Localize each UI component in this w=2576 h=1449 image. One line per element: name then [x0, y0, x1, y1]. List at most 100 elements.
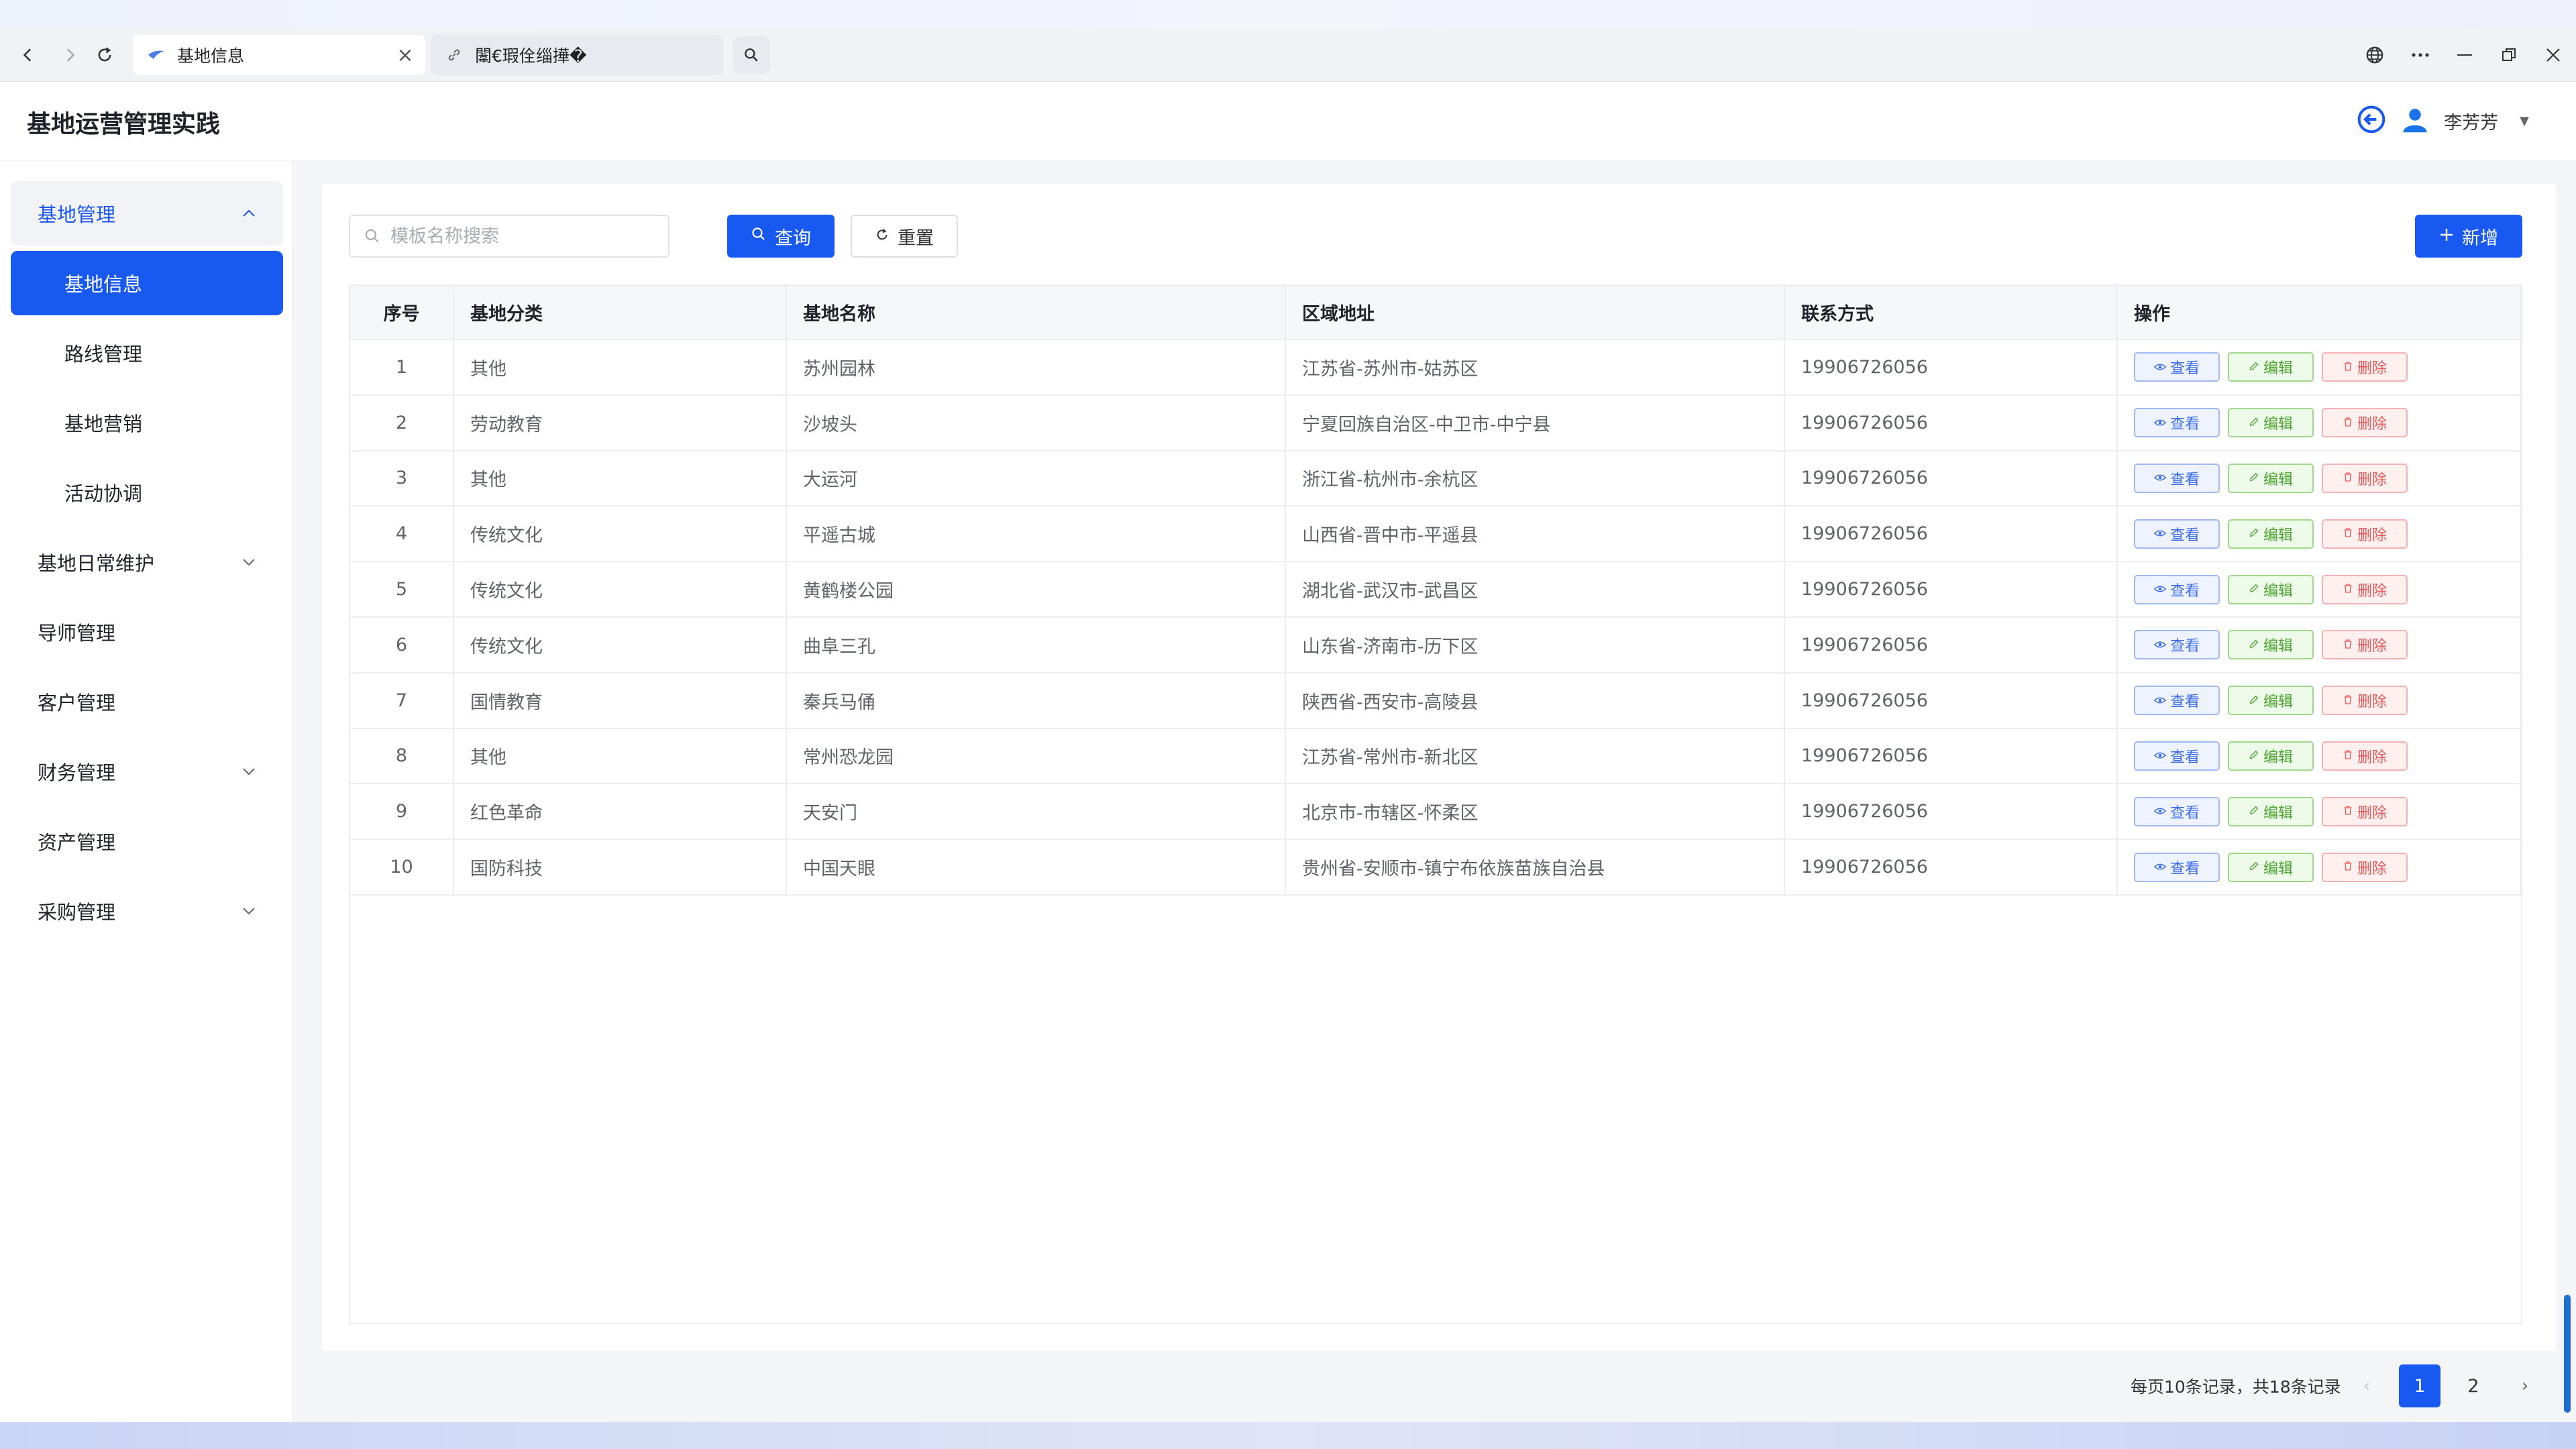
edit-button[interactable]: 编辑: [2228, 686, 2314, 716]
add-button[interactable]: 新增: [2415, 215, 2522, 258]
trash-icon: [2343, 415, 2353, 431]
view-button[interactable]: 查看: [2134, 574, 2220, 604]
globe-icon[interactable]: [2360, 40, 2390, 70]
cell-contact: 19906726056: [1784, 506, 2118, 563]
query-button[interactable]: 查询: [727, 215, 835, 258]
view-button-label: 查看: [2169, 471, 2200, 488]
view-button[interactable]: 查看: [2134, 519, 2220, 549]
cell-index: 9: [350, 784, 454, 841]
sidebar-item-mentor-management[interactable]: 导师管理: [11, 600, 283, 664]
cell-category: 传统文化: [453, 616, 787, 674]
cell-address: 江苏省-常州市-新北区: [1285, 728, 1785, 785]
tab-inactive[interactable]: 闈€瑕佺缁撶�: [431, 35, 723, 75]
delete-button[interactable]: 删除: [2322, 463, 2408, 493]
restore-icon[interactable]: [2494, 40, 2524, 70]
view-button[interactable]: 查看: [2134, 796, 2220, 826]
delete-button[interactable]: 删除: [2322, 519, 2408, 549]
sidebar-group-base-management[interactable]: 基地管理: [11, 181, 283, 246]
window-close-icon[interactable]: [2538, 40, 2568, 70]
edit-icon: [2249, 525, 2259, 542]
cell-contact: 19906726056: [1784, 784, 2118, 841]
view-button[interactable]: 查看: [2134, 852, 2220, 882]
eye-icon: [2153, 525, 2167, 542]
view-button-label: 查看: [2169, 582, 2200, 600]
edit-icon: [2249, 692, 2259, 709]
logout-icon[interactable]: [2357, 105, 2386, 137]
sidebar-group-daily-maintenance[interactable]: 基地日常维护: [11, 530, 283, 594]
sidebar-item-base-marketing[interactable]: 基地营销: [11, 390, 283, 455]
view-button[interactable]: 查看: [2134, 408, 2220, 438]
sidebar-group-label: 财务管理: [38, 761, 116, 784]
delete-button[interactable]: 删除: [2322, 852, 2408, 882]
table-row: 7 国情教育 秦兵马俑 陕西省-西安市-高陵县 19906726056 查看 编辑 删除: [350, 672, 2522, 729]
view-button[interactable]: 查看: [2134, 630, 2220, 660]
column-header-name: 基地名称: [786, 286, 1286, 340]
delete-button[interactable]: 删除: [2322, 408, 2408, 438]
page-1-button[interactable]: 1: [2399, 1364, 2440, 1407]
sidebar-group-finance-management[interactable]: 财务管理: [11, 739, 283, 804]
cell-name: 常州恐龙园: [786, 728, 1286, 785]
cell-name: 黄鹤楼公园: [786, 561, 1286, 618]
app-title: 基地运营管理实践: [27, 111, 221, 138]
cell-category: 传统文化: [453, 561, 787, 618]
reload-icon[interactable]: [90, 40, 119, 70]
delete-button-label: 删除: [2357, 694, 2387, 711]
view-button[interactable]: 查看: [2134, 741, 2220, 771]
user-menu-caret-icon[interactable]: ▼: [2520, 114, 2529, 128]
edit-button[interactable]: 编辑: [2228, 741, 2314, 771]
reset-button[interactable]: 重置: [851, 215, 958, 258]
sidebar-item-base-info[interactable]: 基地信息: [11, 251, 283, 315]
view-button-label: 查看: [2169, 804, 2200, 822]
page-2-button[interactable]: 2: [2453, 1364, 2494, 1407]
delete-button[interactable]: 删除: [2322, 796, 2408, 826]
edit-button-label: 编辑: [2263, 749, 2293, 766]
edit-button[interactable]: 编辑: [2228, 852, 2314, 882]
tab-search-icon[interactable]: [733, 36, 770, 74]
edit-icon: [2249, 415, 2259, 431]
edit-button[interactable]: 编辑: [2228, 463, 2314, 493]
eye-icon: [2153, 692, 2167, 709]
edit-button[interactable]: 编辑: [2228, 408, 2314, 438]
view-button-label: 查看: [2169, 360, 2200, 378]
view-button[interactable]: 查看: [2134, 686, 2220, 716]
user-avatar-icon: [2401, 105, 2429, 136]
cell-contact: 19906726056: [1784, 728, 2118, 785]
user-name[interactable]: 李芳芳: [2444, 108, 2498, 134]
edit-button[interactable]: 编辑: [2228, 630, 2314, 660]
tab-inactive-label: 闈€瑕佺缁撶�: [475, 46, 587, 66]
edit-button[interactable]: 编辑: [2228, 574, 2314, 604]
app-header: 基地运营管理实践 李芳芳 ▼: [0, 82, 2576, 161]
view-button[interactable]: 查看: [2134, 352, 2220, 382]
delete-button[interactable]: 删除: [2322, 630, 2408, 660]
table-row: 6 传统文化 曲阜三孔 山东省-济南市-历下区 19906726056 查看 编辑 删除: [350, 616, 2522, 674]
search-input[interactable]: [390, 225, 659, 247]
edit-button-label: 编辑: [2263, 860, 2293, 877]
sidebar-group-procurement-management[interactable]: 采购管理: [11, 879, 283, 943]
edit-button-label: 编辑: [2263, 638, 2293, 655]
delete-button[interactable]: 删除: [2322, 352, 2408, 382]
back-icon[interactable]: [13, 40, 43, 70]
close-tab-icon[interactable]: ×: [392, 44, 419, 67]
edit-button[interactable]: 编辑: [2228, 352, 2314, 382]
search-input-wrapper[interactable]: [349, 215, 669, 258]
delete-button[interactable]: 删除: [2322, 574, 2408, 604]
edit-button[interactable]: 编辑: [2228, 519, 2314, 549]
sidebar-item-customer-management[interactable]: 客户管理: [11, 669, 283, 734]
delete-button[interactable]: 删除: [2322, 741, 2408, 771]
forward-icon[interactable]: [55, 40, 85, 70]
tab-active[interactable]: 基地信息 ×: [133, 35, 425, 75]
edit-button[interactable]: 编辑: [2228, 796, 2314, 826]
cell-name: 秦兵马俑: [786, 672, 1286, 729]
sidebar-item-label: 基地信息: [64, 273, 143, 296]
scrollbar-thumb[interactable]: [2564, 1295, 2571, 1413]
sidebar-item-route-management[interactable]: 路线管理: [11, 321, 283, 385]
next-page-icon[interactable]: ›: [2512, 1364, 2538, 1407]
view-button[interactable]: 查看: [2134, 463, 2220, 493]
sidebar-item-asset-management[interactable]: 资产管理: [11, 809, 283, 873]
sidebar-group-label: 资产管理: [38, 831, 116, 854]
delete-button[interactable]: 删除: [2322, 686, 2408, 716]
prev-page-icon[interactable]: ‹: [2353, 1364, 2380, 1407]
more-icon[interactable]: [2406, 40, 2435, 70]
sidebar-item-activity-coordination[interactable]: 活动协调: [11, 460, 283, 525]
minimize-icon[interactable]: [2450, 40, 2479, 70]
